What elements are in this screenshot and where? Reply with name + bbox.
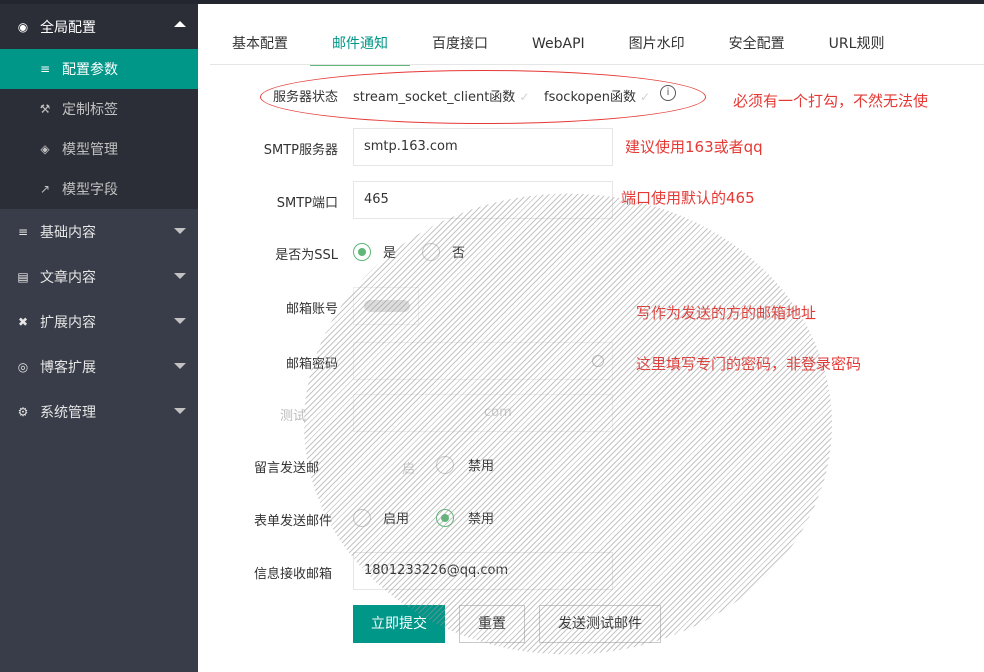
mail-password-input[interactable] — [353, 342, 613, 380]
radio-label: 否 — [452, 246, 466, 261]
main-content: 基本配置 邮件通知 百度接口 WebAPI 图片水印 安全配置 URL规则 服务… — [198, 4, 984, 672]
sidebar-item-label: 模型字段 — [62, 182, 118, 198]
blurred-value — [364, 300, 410, 312]
sidebar-group-basic-content[interactable]: ≡ 基础内容 — [0, 209, 198, 254]
sidebar-group-blog-extend[interactable]: ◎ 博客扩展 — [0, 344, 198, 389]
tab-basic-config[interactable]: 基本配置 — [210, 24, 310, 65]
note-mail-password: 这里填写专门的密码，非登录密码 — [636, 355, 862, 373]
smtp-port-label: SMTP端口 — [276, 196, 338, 211]
sidebar-group-label: 系统管理 — [40, 404, 96, 421]
form-row-test: 测试 com — [198, 394, 984, 432]
sidebar-item-config-params[interactable]: ≡ 配置参数 — [0, 49, 198, 89]
receive-mail-input[interactable]: 1801233226@qq.com — [353, 552, 613, 590]
ssl-yes-radio[interactable]: 是 — [353, 242, 396, 261]
form-row-comment-mail: 留言发送邮 启 禁用 — [198, 455, 984, 479]
sidebar-group-label: 全局配置 — [40, 19, 96, 36]
sidebar-group-global-config[interactable]: ◉ 全局配置 — [0, 4, 198, 49]
comment-mail-enabled-label[interactable]: 启 — [402, 458, 415, 477]
tab-webapi[interactable]: WebAPI — [510, 24, 607, 65]
submit-button[interactable]: 立即提交 — [353, 605, 445, 643]
chevron-down-icon — [174, 273, 186, 279]
sidebar-submenu: ≡ 配置参数 ⚒ 定制标签 ◈ 模型管理 ↗ 模型字段 — [0, 49, 198, 209]
annotation-oval — [260, 70, 706, 124]
expand-icon: ✖ — [17, 314, 29, 329]
ssl-label: 是否为SSL — [275, 248, 338, 263]
sidebar-group-article-content[interactable]: ▤ 文章内容 — [0, 254, 198, 299]
sidebar-group-system-manage[interactable]: ⚙ 系统管理 — [0, 389, 198, 434]
form-mail-disable-radio[interactable]: 禁用 — [436, 508, 494, 527]
reset-button[interactable]: 重置 — [459, 605, 525, 643]
form-row-password: 邮箱密码 — [198, 342, 984, 380]
sidebar-item-label: 配置参数 — [62, 62, 118, 78]
gear-icon: ⚙ — [17, 404, 29, 419]
tab-divider — [210, 64, 984, 65]
note-smtp-server: 建议使用163或者qq — [625, 138, 763, 156]
location-icon: ◎ — [17, 359, 29, 374]
smtp-server-input[interactable]: smtp.163.com — [353, 128, 613, 166]
tab-bar: 基本配置 邮件通知 百度接口 WebAPI 图片水印 安全配置 URL规则 — [210, 24, 907, 66]
chevron-down-icon — [174, 318, 186, 324]
mail-account-input[interactable] — [353, 287, 419, 325]
tab-baidu-api[interactable]: 百度接口 — [410, 24, 510, 65]
sidebar-item-custom-tags[interactable]: ⚒ 定制标签 — [0, 89, 198, 129]
form-mail-label: 表单发送邮件 — [254, 514, 333, 529]
sidebar-item-model-fields[interactable]: ↗ 模型字段 — [0, 169, 198, 209]
sidebar-item-label: 定制标签 — [62, 102, 118, 118]
sidebar-item-model-manage[interactable]: ◈ 模型管理 — [0, 129, 198, 169]
receive-mail-label: 信息接收邮箱 — [254, 567, 333, 582]
external-link-icon: ↗ — [39, 182, 51, 196]
sidebar-group-label: 扩展内容 — [40, 314, 96, 331]
radio-label: 禁用 — [468, 512, 495, 527]
radio-label: 是 — [383, 246, 397, 261]
chevron-down-icon — [174, 363, 186, 369]
smtp-server-label: SMTP服务器 — [263, 143, 338, 158]
note-check-required: 必须有一个打勾，不然无法使 — [733, 92, 929, 110]
sidebar: ◉ 全局配置 ≡ 配置参数 ⚒ 定制标签 ◈ 模型管理 ↗ 模型字段 ≡ 基础内… — [0, 4, 198, 672]
sidebar-item-label: 模型管理 — [62, 142, 118, 158]
radio-label: 启用 — [383, 512, 410, 527]
send-test-mail-button[interactable]: 发送测试邮件 — [539, 605, 661, 643]
form-row-form-mail: 表单发送邮件 启用 禁用 — [198, 508, 984, 532]
form-row-account: 邮箱账号 — [198, 287, 984, 325]
form-row-ssl: 是否为SSL 是 否 — [198, 242, 984, 266]
test-label: 测试 — [280, 409, 307, 424]
mail-password-label: 邮箱密码 — [285, 357, 338, 372]
radio-unchecked-icon — [436, 455, 454, 474]
sidebar-group-label: 文章内容 — [40, 269, 96, 286]
chevron-down-icon — [174, 228, 186, 234]
chevron-down-icon — [174, 408, 186, 414]
form-row-smtp-server: SMTP服务器 smtp.163.com — [198, 128, 984, 166]
comment-mail-disable-radio[interactable]: 禁用 — [436, 455, 494, 474]
tab-watermark[interactable]: 图片水印 — [607, 24, 707, 65]
sidebar-group-extend-content[interactable]: ✖ 扩展内容 — [0, 299, 198, 344]
radio-label: 禁用 — [468, 459, 495, 474]
globe-icon: ◉ — [17, 19, 29, 34]
test-input[interactable]: com — [353, 394, 613, 432]
ssl-no-radio[interactable]: 否 — [422, 242, 465, 261]
radio-unchecked-icon — [353, 508, 371, 527]
comment-mail-label: 留言发送邮 — [254, 461, 320, 476]
smtp-port-input[interactable]: 465 — [353, 181, 613, 219]
mail-account-label: 邮箱账号 — [285, 302, 338, 317]
form-mail-enable-radio[interactable]: 启用 — [353, 508, 409, 527]
sliders-icon: ≡ — [17, 224, 29, 239]
cube-icon: ◈ — [40, 142, 50, 156]
form-row-smtp-port: SMTP端口 465 — [198, 181, 984, 219]
tab-security[interactable]: 安全配置 — [707, 24, 807, 65]
eye-icon[interactable] — [592, 355, 604, 367]
tab-url-rules[interactable]: URL规则 — [807, 24, 907, 65]
form-row-receive-mail: 信息接收邮箱 1801233226@qq.com — [198, 552, 984, 590]
tab-mail-notify[interactable]: 邮件通知 — [310, 24, 410, 66]
chevron-up-icon — [174, 21, 186, 27]
note-smtp-port: 端口使用默认的465 — [621, 189, 755, 207]
note-mail-account: 写作为发送的方的邮箱地址 — [636, 304, 817, 322]
wrench-icon: ⚒ — [39, 102, 51, 116]
sliders-icon: ≡ — [39, 62, 51, 76]
document-icon: ▤ — [17, 269, 29, 284]
sidebar-group-label: 基础内容 — [40, 224, 96, 241]
radio-checked-icon — [353, 242, 371, 261]
radio-checked-icon — [436, 508, 454, 527]
sidebar-group-label: 博客扩展 — [40, 359, 96, 376]
radio-unchecked-icon — [422, 242, 440, 261]
